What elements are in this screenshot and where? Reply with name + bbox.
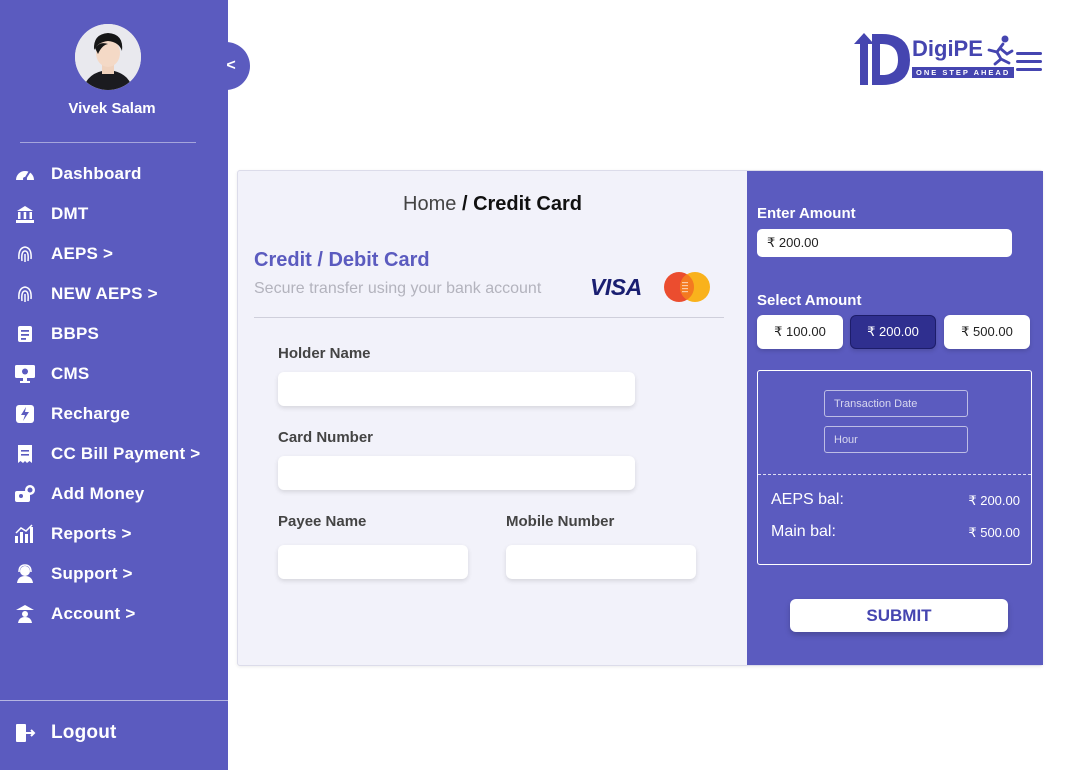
amount-input[interactable] <box>757 229 1012 257</box>
receipt-icon <box>14 443 36 465</box>
logout-icon <box>14 722 36 744</box>
aeps-balance-value: ₹ 200.00 <box>968 493 1020 508</box>
runner-icon <box>987 35 1014 66</box>
sidebar-item-recharge[interactable]: Recharge <box>0 394 228 434</box>
hour-input[interactable] <box>824 426 968 453</box>
logo-d-icon <box>854 33 910 85</box>
enter-amount-label: Enter Amount <box>757 205 856 222</box>
sidebar: Vivek Salam Dashboard DMT AEPS > NEW AEP… <box>0 0 228 770</box>
monitor-icon <box>14 363 36 385</box>
holder-name-label: Holder Name <box>278 345 371 362</box>
main-balance-value: ₹ 500.00 <box>968 525 1020 540</box>
sidebar-item-label: CC Bill Payment > <box>51 444 201 463</box>
amount-option-500[interactable]: ₹ 500.00 <box>944 315 1030 349</box>
lightning-icon <box>14 403 36 425</box>
mobile-number-input[interactable] <box>506 545 696 579</box>
sidebar-item-cms[interactable]: CMS <box>0 354 228 394</box>
sidebar-item-label: DMT <box>51 204 89 223</box>
dashed-divider <box>758 474 1031 475</box>
aeps-balance-label: AEPS bal: <box>771 491 844 508</box>
sidebar-item-cc-bill-payment[interactable]: CC Bill Payment > <box>0 434 228 474</box>
account-icon <box>14 603 36 625</box>
avatar[interactable] <box>75 24 141 90</box>
sidebar-item-new-aeps[interactable]: NEW AEPS > <box>0 274 228 314</box>
submit-button[interactable]: SUBMIT <box>790 599 1008 632</box>
payee-name-label: Payee Name <box>278 513 367 530</box>
logo-name: DigiPE <box>912 36 983 61</box>
amount-option-100[interactable]: ₹ 100.00 <box>757 315 843 349</box>
sidebar-item-label: Reports > <box>51 524 132 543</box>
user-name: Vivek Salam <box>68 100 156 117</box>
sidebar-item-add-money[interactable]: Add Money <box>0 474 228 514</box>
bill-icon <box>14 323 36 345</box>
credit-card-panel: Home / Credit Card Credit / Debit Card S… <box>237 170 1043 666</box>
section-divider <box>254 317 724 318</box>
bank-transfer-icon <box>14 203 36 225</box>
sidebar-item-label: Recharge <box>51 404 131 423</box>
sidebar-item-support[interactable]: Support > <box>0 554 228 594</box>
fingerprint-icon <box>14 243 36 265</box>
sidebar-item-label: NEW AEPS > <box>51 284 158 303</box>
amount-panel: Enter Amount Select Amount ₹ 100.00 ₹ 20… <box>747 171 1043 665</box>
breadcrumb-home[interactable]: Home <box>403 193 456 215</box>
logo-tagline: ONE STEP AHEAD <box>912 67 1015 78</box>
sidebar-item-dashboard[interactable]: Dashboard <box>0 154 228 194</box>
chevron-left-icon: < <box>226 57 236 74</box>
breadcrumb-separator: / <box>456 193 474 215</box>
transaction-date-input[interactable] <box>824 390 968 417</box>
sidebar-item-label: Support > <box>51 564 133 583</box>
speedometer-icon <box>14 163 36 185</box>
main-balance-label: Main bal: <box>771 523 836 540</box>
menu-icon[interactable] <box>1016 52 1042 76</box>
card-number-input[interactable] <box>278 456 635 490</box>
sidebar-item-bbps[interactable]: BBPS <box>0 314 228 354</box>
logout-label: Logout <box>51 722 117 743</box>
mobile-number-label: Mobile Number <box>506 513 615 530</box>
transaction-details-box: AEPS bal: ₹ 200.00 Main bal: ₹ 500.00 <box>757 370 1032 565</box>
support-icon <box>14 563 36 585</box>
payee-name-input[interactable] <box>278 545 468 579</box>
sidebar-item-label: Account > <box>51 604 136 623</box>
sidebar-item-aeps[interactable]: AEPS > <box>0 234 228 274</box>
sidebar-divider <box>20 142 196 143</box>
sidebar-item-reports[interactable]: Reports > <box>0 514 228 554</box>
sidebar-item-label: AEPS > <box>51 244 114 263</box>
sidebar-item-account[interactable]: Account > <box>0 594 228 634</box>
card-number-label: Card Number <box>278 429 374 446</box>
sidebar-divider <box>0 700 228 701</box>
mastercard-icon <box>664 272 710 302</box>
breadcrumb: Home / Credit Card <box>238 193 747 216</box>
visa-logo: VISA <box>590 274 642 300</box>
sidebar-item-label: Add Money <box>51 484 145 503</box>
logout-button[interactable]: Logout <box>14 722 117 744</box>
sidebar-item-label: BBPS <box>51 324 100 343</box>
wallet-icon <box>14 483 36 505</box>
sidebar-item-dmt[interactable]: DMT <box>0 194 228 234</box>
form-title: Credit / Debit Card <box>254 249 430 271</box>
sidebar-item-label: CMS <box>51 364 90 383</box>
amount-option-200[interactable]: ₹ 200.00 <box>850 315 936 349</box>
form-subtitle: Secure transfer using your bank account <box>254 280 542 297</box>
sidebar-nav: Dashboard DMT AEPS > NEW AEPS > BBPS CMS… <box>0 154 228 634</box>
sidebar-item-label: Dashboard <box>51 164 142 183</box>
chart-icon <box>14 523 36 545</box>
breadcrumb-current: Credit Card <box>473 193 582 215</box>
select-amount-label: Select Amount <box>757 292 862 309</box>
fingerprint-icon <box>14 283 36 305</box>
holder-name-input[interactable] <box>278 372 635 406</box>
sidebar-collapse-button[interactable]: < <box>212 42 250 90</box>
